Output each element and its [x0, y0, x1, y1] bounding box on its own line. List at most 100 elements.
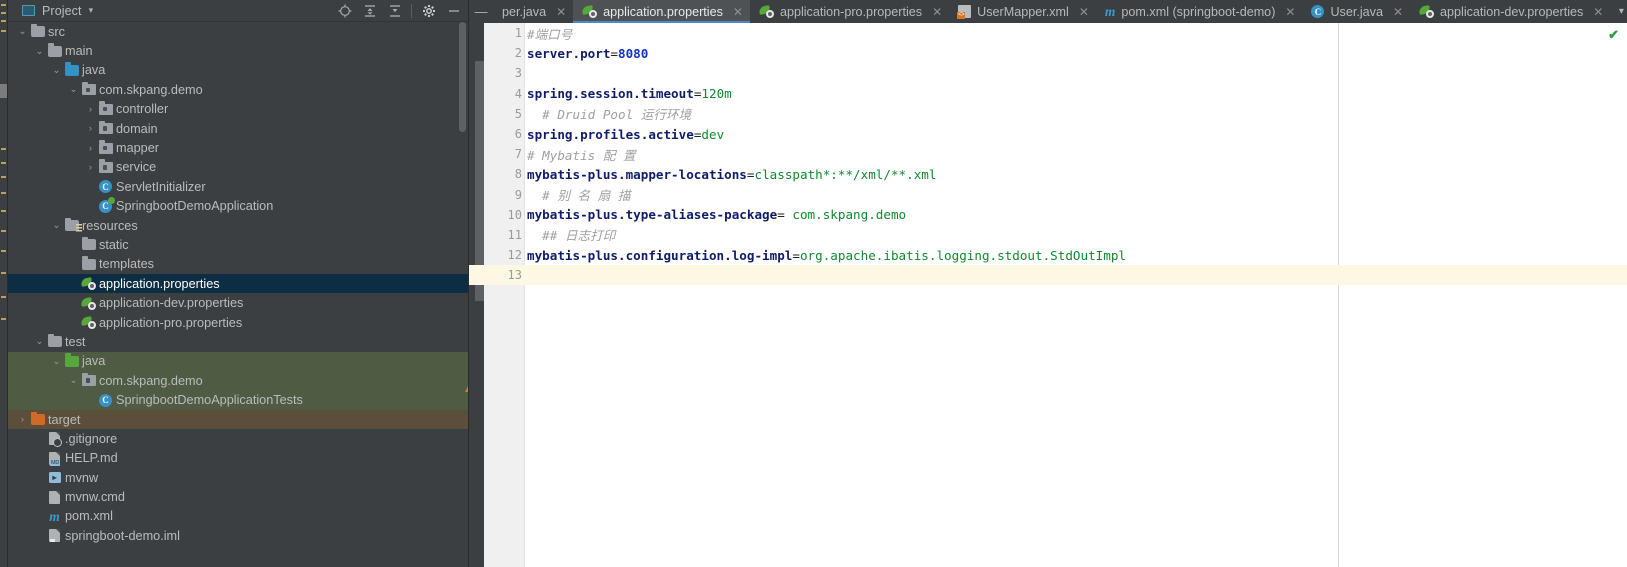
chevron-right-icon[interactable]: › — [84, 162, 97, 173]
chevron-down-icon[interactable]: ⌄ — [16, 26, 29, 37]
tree-item-controller[interactable]: › controller — [8, 100, 468, 119]
chevron-down-icon[interactable]: ⌄ — [67, 375, 80, 386]
cmd-file-icon — [49, 490, 60, 504]
close-tab-icon[interactable]: ✕ — [556, 5, 566, 19]
tree-item-label: java — [82, 354, 106, 369]
tree-item-label: springboot-demo.iml — [65, 528, 180, 543]
editor-tab-application-dev-properties[interactable]: application-dev.properties ✕ — [1410, 0, 1610, 23]
expand-all-icon[interactable] — [357, 1, 382, 21]
tree-item-templates[interactable]: templates — [8, 255, 468, 274]
chevron-down-icon[interactable]: ⌄ — [67, 84, 80, 95]
code-line-6[interactable]: 6 spring.profiles.active=dev — [469, 124, 1627, 144]
tree-item-pom-xml[interactable]: m pom.xml — [8, 507, 468, 526]
chevron-right-icon[interactable]: › — [84, 143, 97, 154]
scrollbar-thumb[interactable] — [459, 22, 466, 132]
tree-item-java[interactable]: ⌄ java — [8, 351, 468, 372]
code-text-area[interactable]: 1 #端口号 2 server.port=8080 3 4 spring.session.t… — [469, 23, 1627, 567]
tree-item-mvnw[interactable]: ▸ mvnw — [8, 468, 468, 487]
tree-item-help-md[interactable]: MD HELP.md — [8, 449, 468, 468]
tree-item-java[interactable]: ⌄ java — [8, 61, 468, 80]
chevron-down-icon[interactable]: ⌄ — [50, 220, 63, 231]
code-line-5[interactable]: 5 # Druid Pool 运行环境 — [469, 104, 1627, 124]
tree-item-mvnw-cmd[interactable]: mvnw.cmd — [8, 487, 468, 506]
close-tab-icon[interactable]: ✕ — [932, 5, 942, 19]
tree-item-test[interactable]: ⌄ test — [8, 332, 468, 351]
editor-tab-user-java[interactable]: C User.java ✕ — [1302, 0, 1410, 23]
code-line-9[interactable]: 9 # 别 名 扇 描 — [469, 185, 1627, 205]
close-tab-icon[interactable]: ✕ — [733, 5, 743, 19]
line-text: spring.profiles.active=dev — [527, 126, 725, 142]
close-tab-icon[interactable]: ✕ — [1285, 5, 1295, 19]
editor-tab-application-pro-properties[interactable]: application-pro.properties ✕ — [750, 0, 949, 23]
code-line-4[interactable]: 4 spring.session.timeout=120m — [469, 84, 1627, 104]
editor-tab-usermapper-xml[interactable]: UserMapper.xml ✕ — [949, 0, 1096, 23]
chevron-right-icon[interactable]: › — [16, 414, 29, 425]
tree-item-resources[interactable]: ⌄ resources — [8, 216, 468, 235]
code-line-7[interactable]: 7 # Mybatis 配 置 — [469, 144, 1627, 164]
editor-tab-pom-xml-springboot-demo-[interactable]: m pom.xml (springboot-demo) ✕ — [1096, 0, 1303, 23]
editor-tab-application-properties[interactable]: application.properties ✕ — [573, 0, 750, 23]
code-line-10[interactable]: 10 mybatis-plus.type-aliases-package= com… — [469, 205, 1627, 225]
module-file-icon — [49, 529, 60, 543]
tree-item-servletinitializer[interactable]: C ServletInitializer — [8, 177, 468, 196]
tree-item-application-dev-properties[interactable]: application-dev.properties — [8, 293, 468, 312]
tree-item-springbootdemoapplication[interactable]: C SpringbootDemoApplication — [8, 196, 468, 216]
editor-tab-per-java[interactable]: per.java ✕ — [493, 0, 573, 23]
folder-icon — [47, 333, 62, 348]
editor-tab-bar: — per.java ✕ application.properties ✕ applic… — [469, 0, 1627, 23]
line-number: 6 — [514, 127, 522, 142]
tab-list-chevron-icon[interactable]: ▾ — [1610, 0, 1627, 23]
settings-gear-icon[interactable] — [416, 1, 441, 21]
code-line-1[interactable]: 1 #端口号 — [469, 23, 1627, 43]
close-tab-icon[interactable]: ✕ — [1079, 5, 1089, 19]
chevron-down-icon[interactable]: ⌄ — [33, 46, 46, 57]
line-number: 4 — [514, 86, 522, 101]
tree-item-target[interactable]: › target — [8, 409, 468, 430]
tree-item-main[interactable]: ⌄ main — [8, 41, 468, 60]
code-line-11[interactable]: 11 ## 日志打印 — [469, 225, 1627, 245]
code-line-8[interactable]: 8 mybatis-plus.mapper-locations=classpath… — [469, 164, 1627, 184]
hide-panel-icon[interactable] — [441, 1, 466, 21]
tree-item-label: SpringbootDemoApplicationTests — [116, 393, 303, 408]
tree-item-mapper[interactable]: › mapper — [8, 138, 468, 157]
left-tool-strip[interactable] — [0, 0, 8, 567]
collapse-editor-icon[interactable]: — — [469, 0, 493, 23]
locate-icon[interactable] — [332, 1, 357, 21]
spring-properties-icon — [758, 5, 774, 18]
code-editor[interactable]: 1 #端口号 2 server.port=8080 3 4 spring.session.t… — [469, 23, 1627, 567]
chevron-right-icon[interactable]: › — [84, 123, 97, 134]
tree-item-label: application-dev.properties — [99, 296, 244, 311]
tree-item-springboot-demo-iml[interactable]: springboot-demo.iml — [8, 526, 468, 545]
project-tree-scrollbar[interactable] — [458, 22, 467, 567]
tree-item-static[interactable]: static — [8, 235, 468, 254]
code-line-12[interactable]: 12 mybatis-plus.configuration.log-impl=or… — [469, 245, 1627, 265]
project-tree[interactable]: ⌄ src ⌄ main ⌄ java ⌄ com.skpang.demo › controlle… — [8, 22, 468, 567]
tree-item-service[interactable]: › service — [8, 158, 468, 177]
green-check-icon[interactable]: ✔ — [1608, 27, 1619, 43]
chevron-right-icon[interactable]: › — [84, 104, 97, 115]
close-tab-icon[interactable]: ✕ — [1593, 5, 1603, 19]
collapse-all-icon[interactable] — [382, 1, 407, 21]
code-line-3[interactable]: 3 — [469, 63, 1627, 83]
package-icon — [98, 120, 113, 135]
tree-item-com-skpang-demo[interactable]: ⌄ com.skpang.demo — [8, 80, 468, 99]
close-tab-icon[interactable]: ✕ — [1393, 5, 1403, 19]
chevron-down-icon[interactable]: ⌄ — [33, 336, 46, 347]
tree-item-application-pro-properties[interactable]: application-pro.properties — [8, 313, 468, 332]
code-line-2[interactable]: 2 server.port=8080 — [469, 43, 1627, 63]
tree-item-label: service — [116, 160, 157, 175]
code-line-13[interactable]: 13 — [469, 265, 1627, 286]
tree-item-domain[interactable]: › domain — [8, 119, 468, 138]
chevron-down-icon[interactable]: ▾ — [89, 6, 94, 15]
tree-item-label: resources — [82, 218, 138, 233]
source-folder-icon — [64, 62, 79, 76]
tree-item-src[interactable]: ⌄ src — [8, 22, 468, 41]
tree-item-application-properties[interactable]: application.properties — [8, 274, 468, 294]
tree-item-springbootdemoapplicationtests[interactable]: C SpringbootDemoApplicationTests — [8, 390, 468, 410]
chevron-down-icon[interactable]: ⌄ — [50, 356, 63, 367]
tree-item-com-skpang-demo[interactable]: ⌄ com.skpang.demo — [8, 371, 468, 391]
left-strip-scroll-thumb[interactable] — [0, 84, 7, 98]
tree-item--gitignore[interactable]: .gitignore — [8, 429, 468, 448]
chevron-down-icon[interactable]: ⌄ — [50, 65, 63, 76]
java-class-icon: C — [99, 180, 112, 194]
